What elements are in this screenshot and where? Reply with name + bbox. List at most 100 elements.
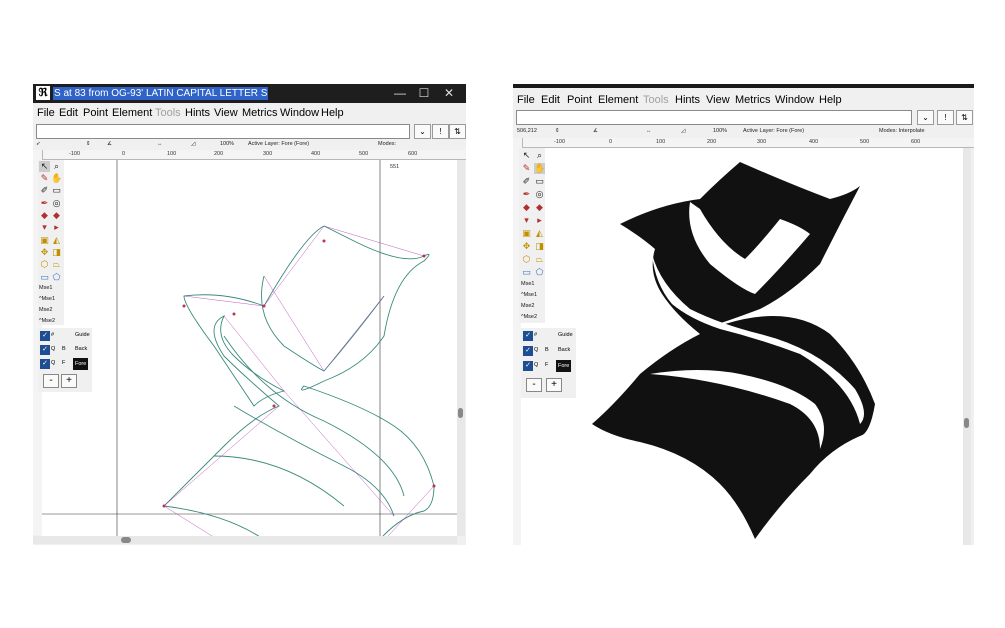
- menu-hints[interactable]: Hints: [675, 94, 700, 106]
- dropdown-button[interactable]: ⌄: [414, 124, 431, 139]
- menu-point[interactable]: Point: [567, 94, 592, 106]
- ruler-tool[interactable]: ▭: [534, 176, 545, 187]
- menu-help[interactable]: Help: [819, 94, 842, 106]
- corner-point-tool[interactable]: ▾: [521, 215, 532, 226]
- layer-visible-checkbox[interactable]: ✓: [40, 345, 50, 355]
- tangent-point-tool[interactable]: ▸: [51, 222, 62, 233]
- layer-visible-checkbox[interactable]: ✓: [523, 331, 533, 341]
- glyph-canvas[interactable]: 551: [42, 160, 457, 536]
- remove-layer-button[interactable]: -: [526, 378, 542, 392]
- glyph-input[interactable]: [36, 124, 410, 139]
- pen-tool[interactable]: ✒: [521, 189, 532, 200]
- 3d-rotate-tool[interactable]: ⏢: [534, 254, 545, 265]
- layer-name[interactable]: Back: [556, 347, 572, 353]
- remove-layer-button[interactable]: -: [43, 374, 59, 388]
- pointer-tool[interactable]: ↖: [521, 150, 532, 161]
- menu-file[interactable]: File: [37, 107, 55, 119]
- scrollbar-thumb[interactable]: [458, 408, 463, 418]
- scale-tool[interactable]: ▣: [39, 235, 50, 246]
- rectangle-tool[interactable]: ▭: [521, 267, 532, 278]
- rotate-tool[interactable]: ◭: [534, 228, 545, 239]
- glyph-input[interactable]: [516, 110, 912, 125]
- close-button[interactable]: ✕: [438, 85, 460, 101]
- add-layer-button[interactable]: +: [546, 378, 562, 392]
- vertical-scrollbar[interactable]: [457, 160, 465, 536]
- pen-tool[interactable]: ✒: [39, 198, 50, 209]
- layer-visible-checkbox[interactable]: ✓: [523, 361, 533, 371]
- freehand-tool[interactable]: ✎: [521, 163, 532, 174]
- menu-edit[interactable]: Edit: [59, 107, 78, 119]
- layer-name[interactable]: Guide: [556, 332, 575, 338]
- menu-point[interactable]: Point: [83, 107, 108, 119]
- layer-name[interactable]: Guide: [73, 332, 92, 338]
- layer-row-back[interactable]: ✓ Q B Back: [38, 344, 92, 356]
- maximize-button[interactable]: ☐: [413, 85, 435, 101]
- scrollbar-thumb[interactable]: [964, 418, 969, 428]
- perspective-tool[interactable]: ⬡: [521, 254, 532, 265]
- perspective-tool[interactable]: ⬡: [39, 259, 50, 270]
- layer-row-fore[interactable]: ✓ Q F Fore: [38, 358, 92, 370]
- menu-window[interactable]: Window: [775, 94, 814, 106]
- hv-curve-tool[interactable]: ◆: [534, 202, 545, 213]
- menu-help[interactable]: Help: [321, 107, 344, 119]
- info-button[interactable]: !: [432, 124, 449, 139]
- layer-visible-checkbox[interactable]: ✓: [40, 359, 50, 369]
- layer-name[interactable]: Fore: [73, 358, 89, 370]
- scrollbar-thumb[interactable]: [121, 537, 131, 543]
- glyph-canvas[interactable]: [521, 148, 963, 545]
- layer-row-guide[interactable]: ✓ # Guide: [38, 330, 92, 342]
- layer-row-fore[interactable]: ✓ Q F Fore: [521, 360, 576, 372]
- ruler-tool[interactable]: ▭: [51, 185, 62, 196]
- layer-visible-checkbox[interactable]: ✓: [40, 331, 50, 341]
- dropdown-button[interactable]: ⌄: [917, 110, 934, 125]
- freehand-tool[interactable]: ✎: [39, 173, 50, 184]
- add-layer-button[interactable]: +: [61, 374, 77, 388]
- magnify-tool[interactable]: ⌕: [534, 150, 545, 161]
- menu-element[interactable]: Element: [598, 94, 638, 106]
- curve-point-tool[interactable]: ◆: [521, 202, 532, 213]
- menu-element[interactable]: Element: [112, 107, 152, 119]
- knife-tool[interactable]: ✐: [39, 185, 50, 196]
- layer-name[interactable]: Fore: [556, 360, 572, 372]
- sort-button[interactable]: ⇅: [449, 124, 466, 139]
- minimize-button[interactable]: —: [389, 85, 411, 101]
- polygon-tool[interactable]: ⬠: [534, 267, 545, 278]
- flip-tool[interactable]: ✥: [521, 241, 532, 252]
- menu-window[interactable]: Window: [280, 107, 319, 119]
- knife-tool[interactable]: ✐: [521, 176, 532, 187]
- rotate-tool[interactable]: ◭: [51, 235, 62, 246]
- horizontal-scrollbar[interactable]: [33, 536, 457, 544]
- menu-hints[interactable]: Hints: [185, 107, 210, 119]
- corner-point-tool[interactable]: ▾: [39, 222, 50, 233]
- menu-edit[interactable]: Edit: [541, 94, 560, 106]
- vertical-scrollbar[interactable]: [963, 148, 971, 545]
- spiro-tool[interactable]: ◎: [51, 198, 62, 209]
- skew-tool[interactable]: ◨: [534, 241, 545, 252]
- sort-button[interactable]: ⇅: [956, 110, 973, 125]
- layer-row-back[interactable]: ✓ Q B Back: [521, 345, 576, 357]
- scale-tool[interactable]: ▣: [521, 228, 532, 239]
- menu-metrics[interactable]: Metrics: [242, 107, 277, 119]
- scroll-tool[interactable]: ✋: [51, 173, 62, 184]
- curve-point-tool[interactable]: ◆: [39, 210, 50, 221]
- scroll-tool[interactable]: ✋: [534, 163, 545, 174]
- flip-tool[interactable]: ✥: [39, 247, 50, 258]
- polygon-tool[interactable]: ⬠: [51, 272, 62, 283]
- rectangle-tool[interactable]: ▭: [39, 272, 50, 283]
- menu-metrics[interactable]: Metrics: [735, 94, 770, 106]
- info-button[interactable]: !: [937, 110, 954, 125]
- title-bar[interactable]: ℜ S at 83 from OG-93' LATIN CAPITAL LETT…: [33, 84, 466, 103]
- skew-tool[interactable]: ◨: [51, 247, 62, 258]
- tangent-point-tool[interactable]: ▸: [534, 215, 545, 226]
- menu-view[interactable]: View: [214, 107, 238, 119]
- layer-row-guide[interactable]: ✓ # Guide: [521, 330, 576, 342]
- hv-curve-tool[interactable]: ◆: [51, 210, 62, 221]
- layer-visible-checkbox[interactable]: ✓: [523, 346, 533, 356]
- spiro-tool[interactable]: ◎: [534, 189, 545, 200]
- pointer-tool[interactable]: ↖: [39, 161, 50, 172]
- layer-name[interactable]: Back: [73, 346, 89, 352]
- menu-view[interactable]: View: [706, 94, 730, 106]
- magnify-tool[interactable]: ⌕: [51, 161, 62, 172]
- menu-file[interactable]: File: [517, 94, 535, 106]
- 3d-rotate-tool[interactable]: ⏢: [51, 259, 62, 270]
